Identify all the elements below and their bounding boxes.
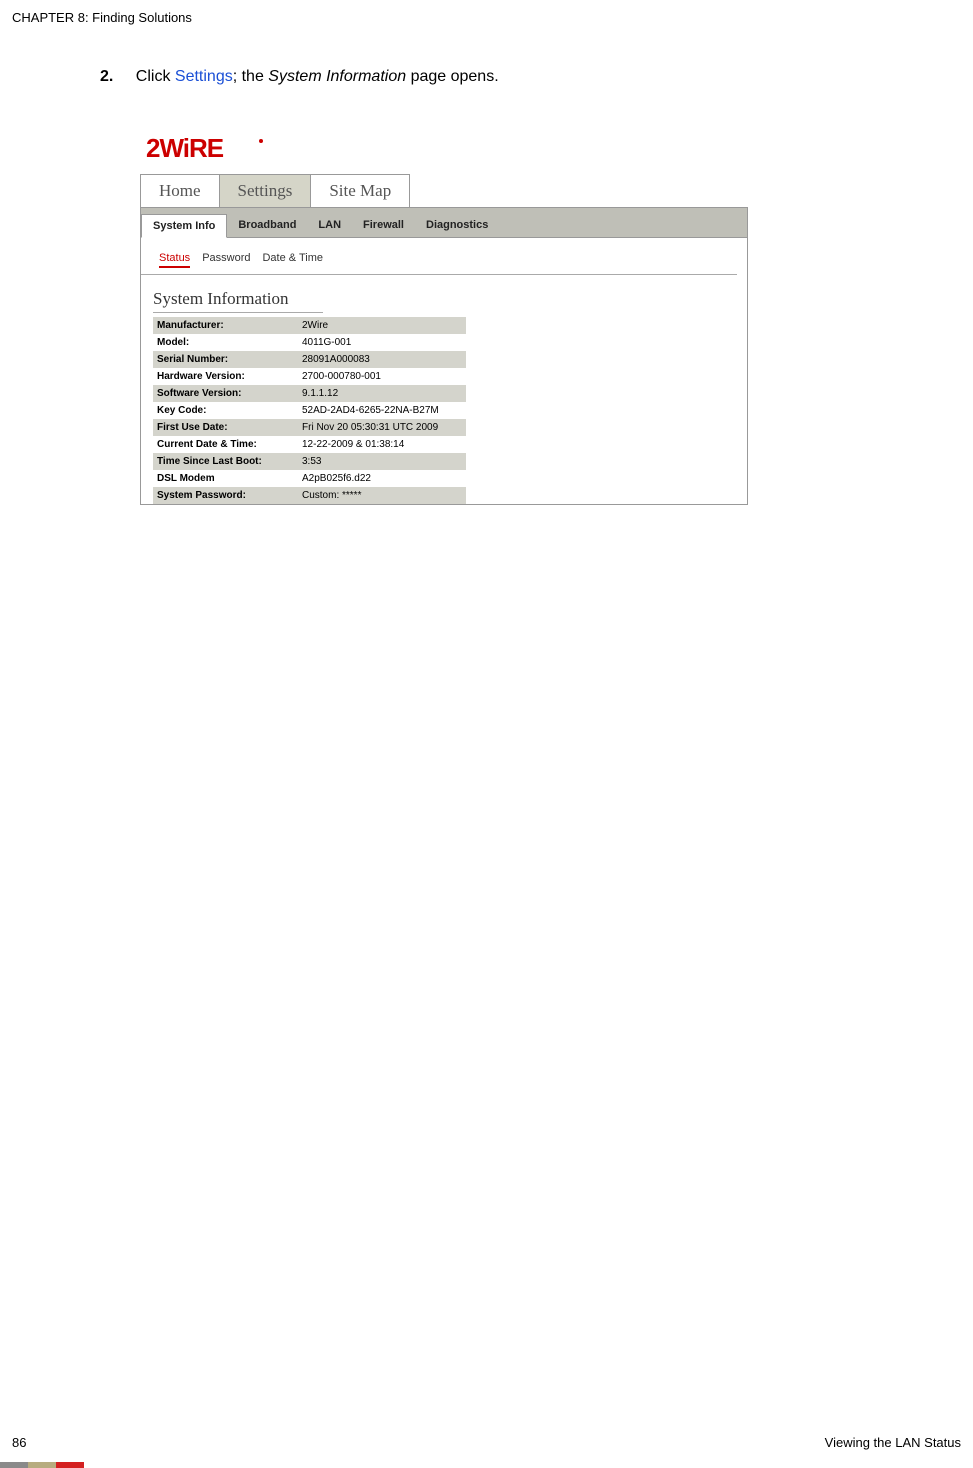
row-value: 28091A000083 <box>298 351 466 368</box>
step-line: 2. Click Settings; the System Informatio… <box>100 68 499 86</box>
link-status[interactable]: Status <box>159 252 190 268</box>
inner-links: Status Password Date & Time <box>141 238 737 275</box>
step-text-italic: System Information <box>268 68 406 85</box>
brand-logo: 2WiRE <box>146 133 748 168</box>
secondary-tabs: System Info Broadband LAN Firewall Diagn… <box>141 208 747 238</box>
row-label: System Password: <box>153 487 298 504</box>
settings-link[interactable]: Settings <box>175 68 233 85</box>
table-row: Manufacturer:2Wire <box>153 317 747 334</box>
tab-system-info[interactable]: System Info <box>141 214 227 238</box>
chapter-header: CHAPTER 8: Finding Solutions <box>12 10 192 25</box>
row-label: Model: <box>153 334 298 351</box>
row-label: Hardware Version: <box>153 368 298 385</box>
row-value: A2pB025f6.d22 <box>298 470 466 487</box>
row-value: Custom: ***** <box>298 487 466 504</box>
row-value: 4011G-001 <box>298 334 466 351</box>
table-row: System Password:Custom: ***** <box>153 487 747 504</box>
main-tabs: Home Settings Site Map <box>140 174 748 208</box>
row-value: 2Wire <box>298 317 466 334</box>
tab-lan[interactable]: LAN <box>307 214 352 237</box>
tab-firewall[interactable]: Firewall <box>352 214 415 237</box>
tab-sitemap[interactable]: Site Map <box>310 174 410 207</box>
step-text-pre: Click <box>136 68 175 85</box>
row-value: Fri Nov 20 05:30:31 UTC 2009 <box>298 419 466 436</box>
row-value: 2700-000780-001 <box>298 368 466 385</box>
row-label: Current Date & Time: <box>153 436 298 453</box>
row-label: Key Code: <box>153 402 298 419</box>
link-password[interactable]: Password <box>202 252 250 268</box>
table-row: DSL ModemA2pB025f6.d22 <box>153 470 747 487</box>
row-value: 9.1.1.12 <box>298 385 466 402</box>
table-row: Hardware Version:2700-000780-001 <box>153 368 747 385</box>
table-row: Key Code:52AD-2AD4-6265-22NA-B27M <box>153 402 747 419</box>
twowire-logo-icon: 2WiRE <box>146 133 266 163</box>
table-row: Serial Number:28091A000083 <box>153 351 747 368</box>
table-row: Software Version:9.1.1.12 <box>153 385 747 402</box>
link-date-time[interactable]: Date & Time <box>262 252 323 268</box>
tab-diagnostics[interactable]: Diagnostics <box>415 214 499 237</box>
tab-broadband[interactable]: Broadband <box>227 214 307 237</box>
section-title: System Information <box>153 289 323 313</box>
table-row: Current Date & Time:12-22-2009 & 01:38:1… <box>153 436 747 453</box>
row-value: 52AD-2AD4-6265-22NA-B27M <box>298 402 466 419</box>
tab-settings[interactable]: Settings <box>219 174 312 207</box>
table-row: Model:4011G-001 <box>153 334 747 351</box>
row-label: Manufacturer: <box>153 317 298 334</box>
row-value: 12-22-2009 & 01:38:14 <box>298 436 466 453</box>
table-row: Time Since Last Boot:3:53 <box>153 453 747 470</box>
row-label: DSL Modem <box>153 470 298 487</box>
settings-panel: System Info Broadband LAN Firewall Diagn… <box>140 208 748 505</box>
step-number: 2. <box>100 68 113 85</box>
footer-color-bar <box>0 1462 84 1468</box>
tab-home[interactable]: Home <box>140 174 220 207</box>
svg-text:2WiRE: 2WiRE <box>146 133 224 163</box>
row-label: First Use Date: <box>153 419 298 436</box>
row-value: 3:53 <box>298 453 466 470</box>
screenshot-panel: 2WiRE Home Settings Site Map System Info… <box>140 125 748 505</box>
step-text-mid: ; the <box>233 68 269 85</box>
footer-section-title: Viewing the LAN Status <box>825 1435 961 1450</box>
system-info-table: Manufacturer:2Wire Model:4011G-001 Seria… <box>153 317 747 504</box>
table-row: First Use Date:Fri Nov 20 05:30:31 UTC 2… <box>153 419 747 436</box>
page-number: 86 <box>12 1435 26 1450</box>
row-label: Serial Number: <box>153 351 298 368</box>
row-label: Time Since Last Boot: <box>153 453 298 470</box>
row-label: Software Version: <box>153 385 298 402</box>
step-text-post: page opens. <box>406 68 499 85</box>
